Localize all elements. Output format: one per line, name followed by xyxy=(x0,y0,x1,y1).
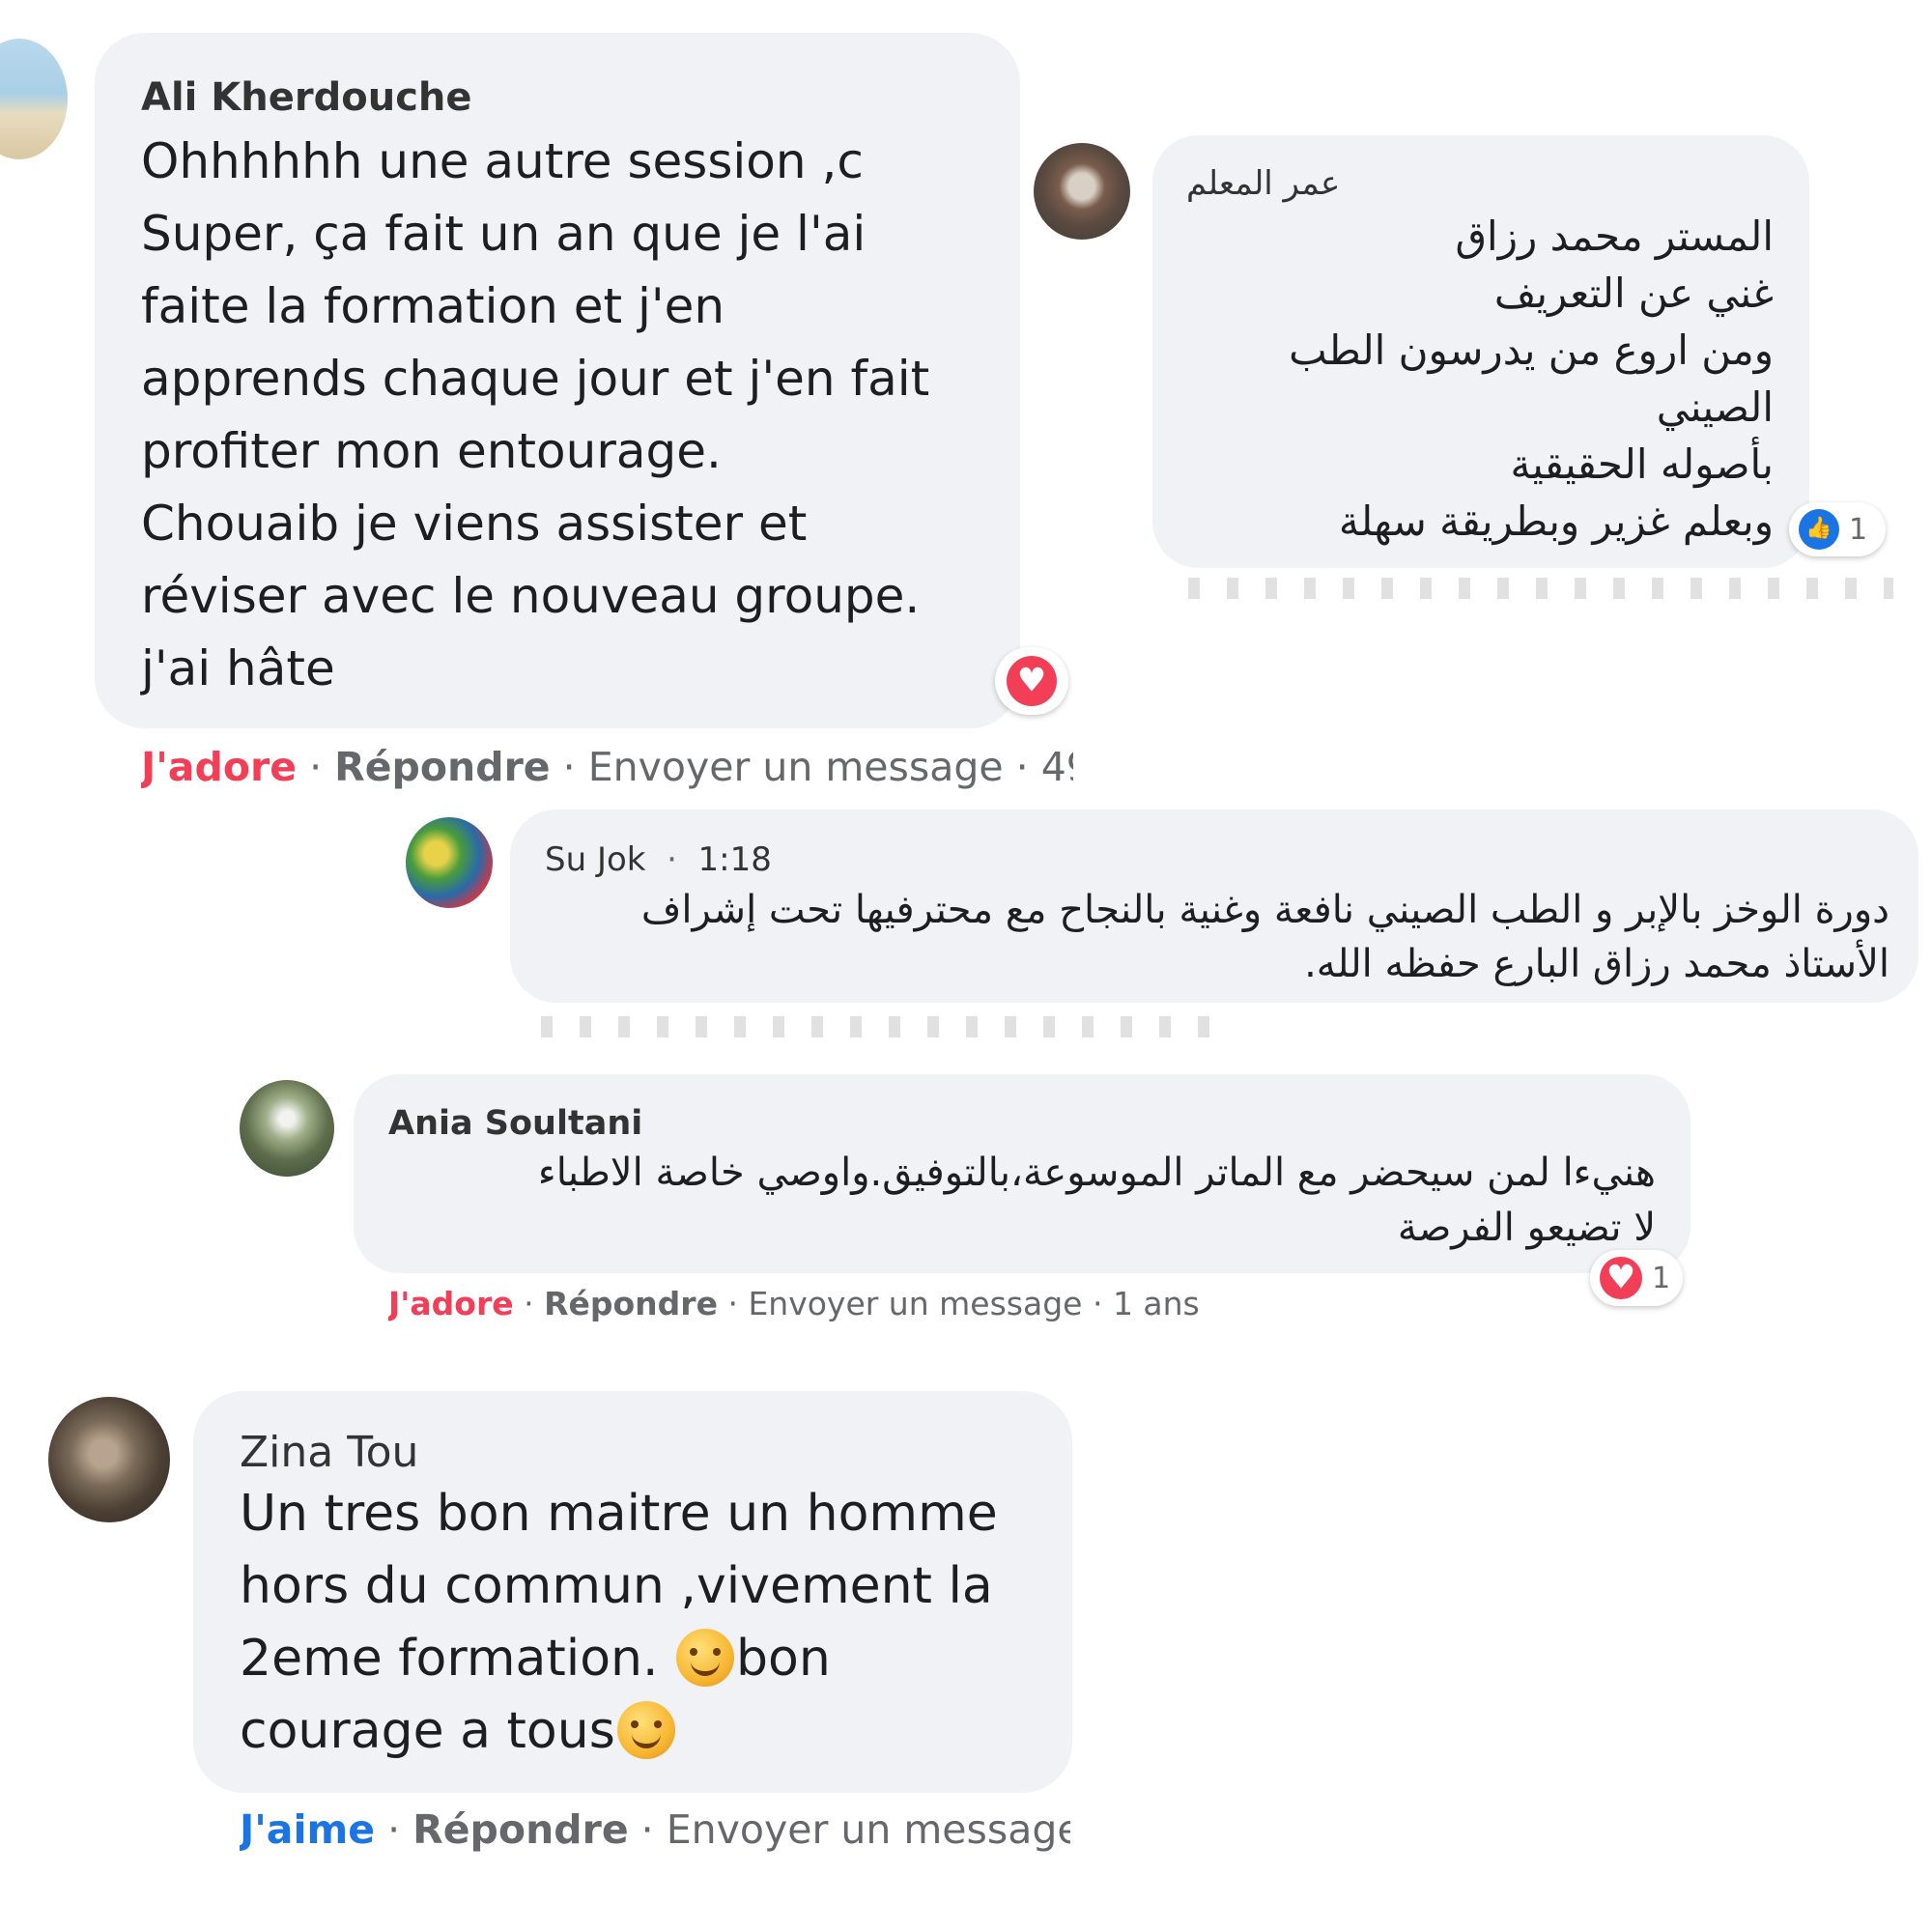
comment-author[interactable]: عمر المعلم xyxy=(1186,164,1340,203)
timestamp[interactable]: 49 xyxy=(1041,744,1073,790)
separator: · xyxy=(1003,744,1041,790)
comment-author[interactable]: Zina Tou xyxy=(240,1428,418,1477)
comment-line: لا تضيعو الفرصة xyxy=(1397,1206,1656,1250)
love-reaction-link[interactable]: J'adore xyxy=(141,744,297,790)
separator: · xyxy=(628,1806,667,1853)
reply-link[interactable]: Répondre xyxy=(334,744,550,790)
comment-line-part: courage a tous xyxy=(240,1702,615,1760)
comment-actions: J'adore · Répondre · Envoyer un message … xyxy=(388,1285,1258,1322)
comment-line: courage a tous xyxy=(240,1695,998,1768)
comment-line: hors du commun ,vivement la xyxy=(240,1557,993,1615)
smiling-face-icon xyxy=(616,1701,675,1759)
comment-header: Su Jok · 1:18 xyxy=(545,840,772,879)
comment-line: ومن اروع من يدرسون الطب xyxy=(1289,327,1774,374)
avatar[interactable] xyxy=(0,39,68,159)
separator: · xyxy=(297,744,335,790)
comment-line: j'ai hâte xyxy=(141,640,335,696)
comment-line: apprends chaque jour et j'en fait xyxy=(141,351,930,407)
comment-line: profiter mon entourage. xyxy=(141,423,722,479)
timestamp[interactable]: 1 ans xyxy=(1113,1285,1200,1322)
comment-text: المستر محمد رزاق غني عن التعريف ومن اروع… xyxy=(1198,208,1774,550)
comment-line: بأصوله الحقيقية xyxy=(1510,440,1774,488)
comment-line: دورة الوخز بالإبر و الطب الصيني نافعة وغ… xyxy=(640,888,1889,932)
reaction-badge[interactable]: 1 xyxy=(1590,1250,1683,1306)
comment-line: هنيءا لمن سيحضر مع الماتر الموسوعة،بالتو… xyxy=(537,1151,1656,1195)
comment-text: Ohhhhhh une autre session ,c Super, ça f… xyxy=(141,126,929,705)
comment-author[interactable]: Su Jok xyxy=(545,840,645,879)
comment-line: 2eme formation. bon xyxy=(240,1623,998,1695)
reaction-badge[interactable] xyxy=(995,647,1068,715)
smiling-face-icon xyxy=(676,1629,735,1687)
comment-line: réviser avec le nouveau groupe. xyxy=(141,568,921,624)
comment-author[interactable]: Ania Soultani xyxy=(388,1104,642,1143)
comment-line: غني عن التعريف xyxy=(1493,270,1774,317)
timestamp[interactable]: 1:18 xyxy=(698,840,772,879)
heart-icon xyxy=(1600,1257,1642,1299)
reaction-badge[interactable]: 1 xyxy=(1789,502,1886,556)
send-message-link[interactable]: Envoyer un message xyxy=(748,1285,1082,1322)
comment-text: Un tres bon maitre un homme hors du comm… xyxy=(240,1478,998,1768)
reaction-count: 1 xyxy=(1652,1261,1671,1295)
separator: · xyxy=(717,1285,749,1322)
comment-line: Chouaib je viens assister et xyxy=(141,496,808,552)
faded-actions xyxy=(541,1016,1217,1037)
reaction-count: 1 xyxy=(1849,512,1868,547)
comment-line-part: bon xyxy=(736,1630,831,1688)
comment-line: الأستاذ محمد رزاق البارع حفظه الله. xyxy=(1304,942,1889,986)
comment-actions: J'adore · Répondre · Envoyer un message … xyxy=(141,744,1073,790)
send-message-link[interactable]: Envoyer un message xyxy=(667,1806,1070,1853)
comment-line: faite la formation et j'en xyxy=(141,278,725,334)
comment-actions: J'aime · Répondre · Envoyer un message xyxy=(240,1806,1070,1853)
separator: · xyxy=(1082,1285,1113,1322)
comment-line: وبعلم غزير وبطريقة سهلة xyxy=(1338,497,1774,545)
send-message-link[interactable]: Envoyer un message xyxy=(588,744,1004,790)
comment-line: المستر محمد رزاق xyxy=(1455,213,1774,260)
heart-icon xyxy=(1007,656,1057,706)
faded-actions xyxy=(1188,578,1893,599)
comment-line: الصيني xyxy=(1656,384,1774,431)
separator: · xyxy=(375,1806,413,1853)
comment-line-part: 2eme formation. xyxy=(240,1630,659,1688)
avatar[interactable] xyxy=(1034,143,1130,240)
comment-line: Super, ça fait un an que je l'ai xyxy=(141,206,867,262)
comment-line: Un tres bon maitre un homme xyxy=(240,1485,998,1543)
like-icon xyxy=(1799,509,1839,550)
love-reaction-link[interactable]: J'adore xyxy=(388,1285,514,1322)
separator: · xyxy=(656,840,688,879)
avatar[interactable] xyxy=(48,1397,170,1522)
avatar[interactable] xyxy=(240,1080,334,1177)
comment-line: Ohhhhhh une autre session ,c xyxy=(141,133,864,189)
reply-link[interactable]: Répondre xyxy=(544,1285,718,1322)
like-reaction-link[interactable]: J'aime xyxy=(240,1806,375,1853)
reply-link[interactable]: Répondre xyxy=(412,1806,628,1853)
comment-text: هنيءا لمن سيحضر مع الماتر الموسوعة،بالتو… xyxy=(386,1146,1656,1256)
comment-text: دورة الوخز بالإبر و الطب الصيني نافعة وغ… xyxy=(541,883,1889,991)
avatar[interactable] xyxy=(406,817,493,908)
comment-author[interactable]: Ali Kherdouche xyxy=(141,75,472,120)
separator: · xyxy=(513,1285,545,1322)
separator: · xyxy=(550,744,588,790)
